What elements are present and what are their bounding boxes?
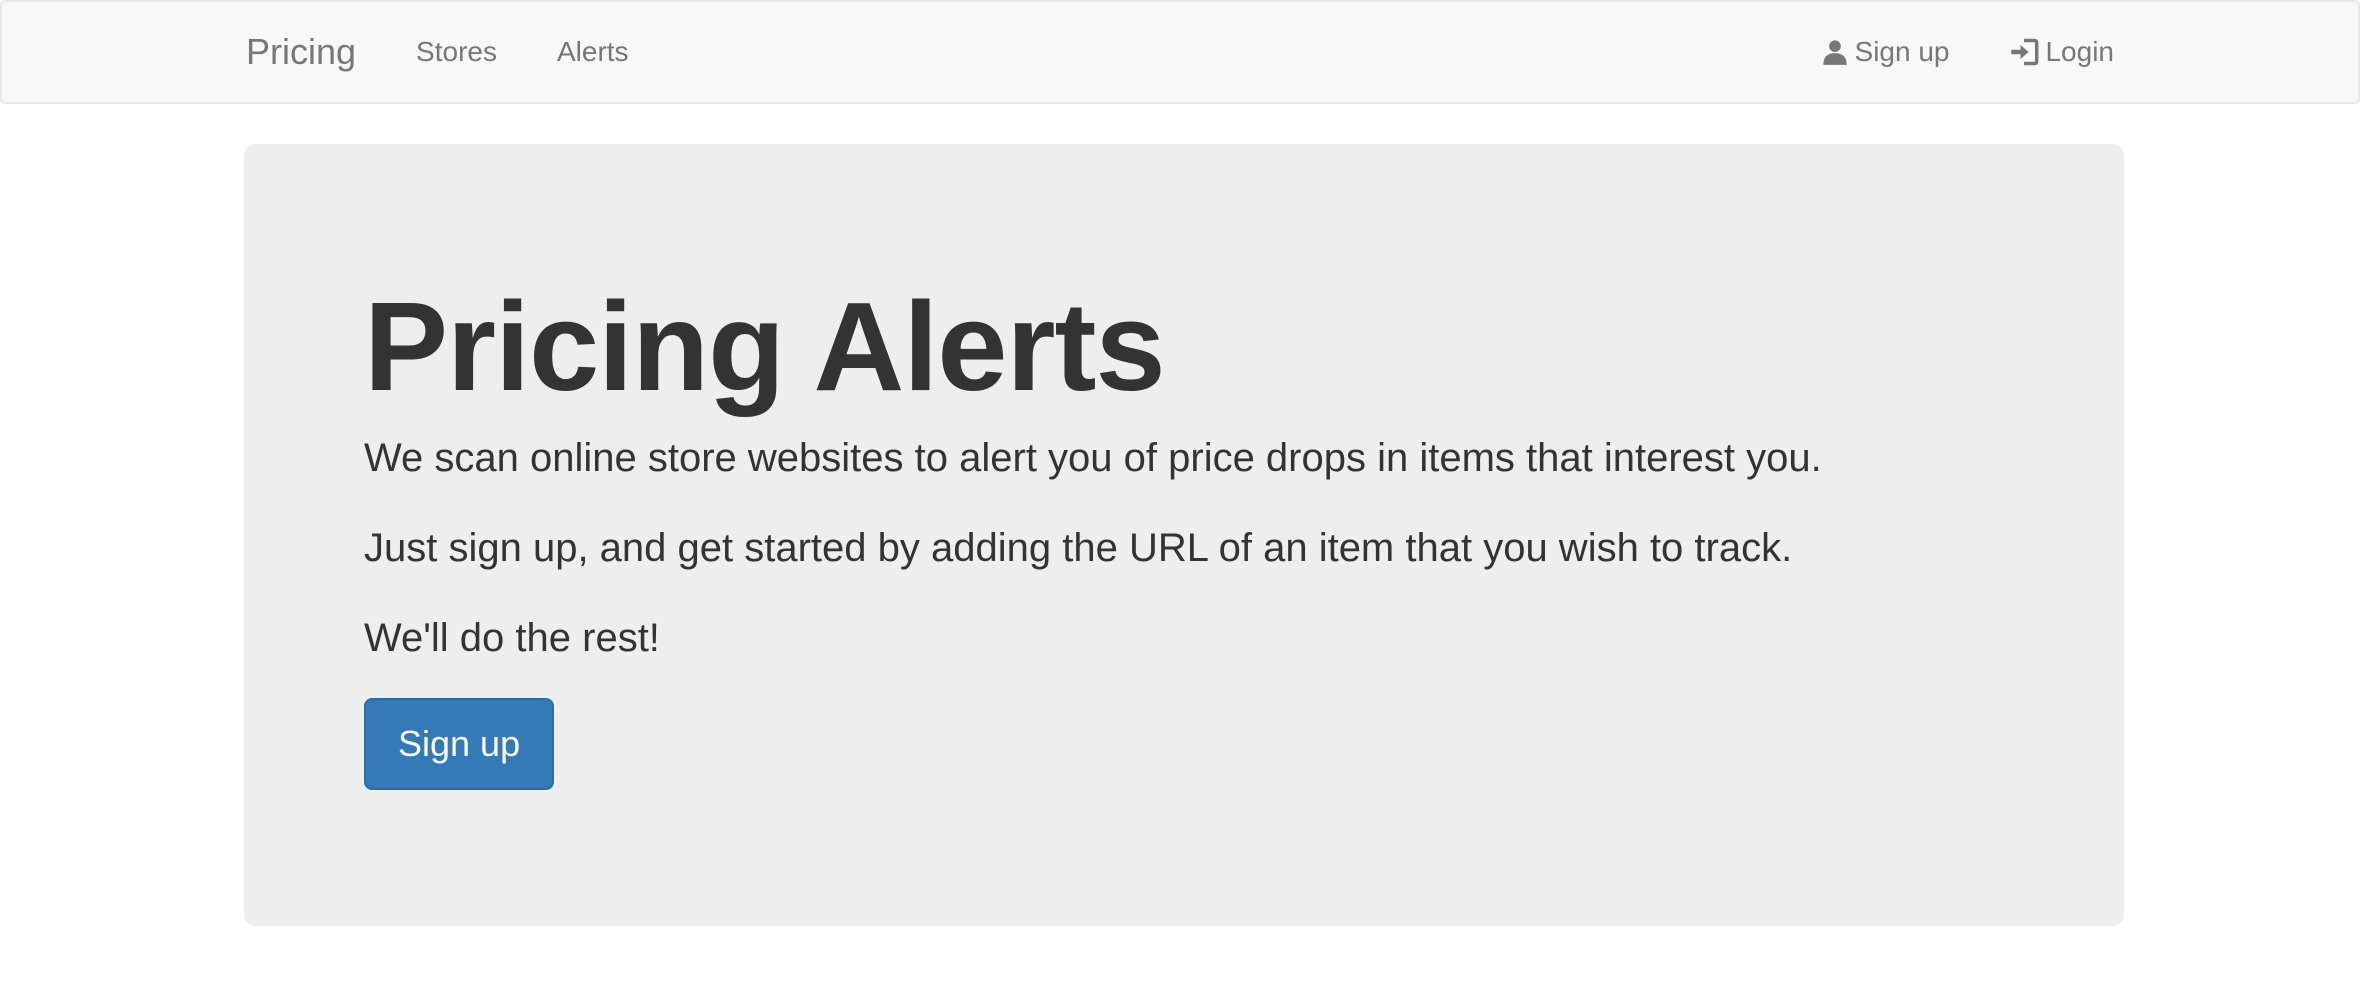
navbar: Pricing Stores Alerts Sign up Login <box>0 0 2360 104</box>
hero-content: Pricing Alerts We scan online store webs… <box>364 284 2004 790</box>
nav-link-stores[interactable]: Stores <box>416 36 497 68</box>
nav-link-signup[interactable]: Sign up <box>1821 36 1950 68</box>
navbar-container: Pricing Stores Alerts Sign up Login <box>246 2 2114 102</box>
hero-jumbotron: Pricing Alerts We scan online store webs… <box>244 144 2124 926</box>
user-icon <box>1822 40 1847 65</box>
hero-paragraph-3: We'll do the rest! <box>364 616 660 660</box>
navbar-right: Sign up Login <box>1761 36 2114 68</box>
hero-paragraph-2: Just sign up, and get started by adding … <box>364 526 1793 570</box>
navbar-brand[interactable]: Pricing <box>246 31 356 73</box>
signup-button[interactable]: Sign up <box>364 698 555 790</box>
nav-link-login[interactable]: Login <box>2009 36 2114 68</box>
nav-link-alerts[interactable]: Alerts <box>557 36 629 68</box>
login-icon <box>2011 38 2039 66</box>
page-title: Pricing Alerts <box>364 276 1166 417</box>
nav-link-signup-label: Sign up <box>1854 36 1950 67</box>
nav-link-login-label: Login <box>2045 36 2114 67</box>
hero-paragraph-1: We scan online store websites to alert y… <box>364 436 1822 480</box>
